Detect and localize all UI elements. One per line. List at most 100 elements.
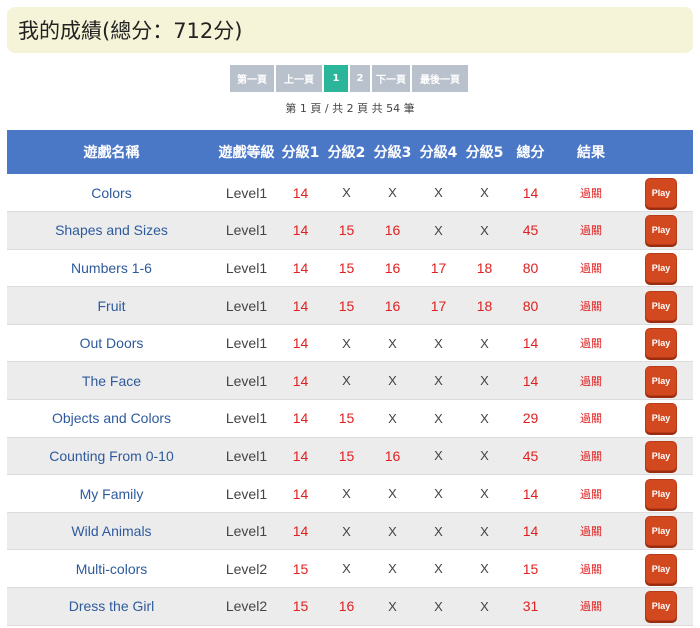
level-cell: Level1 (225, 335, 268, 352)
score-4-cell: X (434, 335, 443, 351)
score-5-cell: X (480, 185, 489, 201)
play-cell: Play (629, 174, 693, 212)
score-1-cell: 14 (292, 184, 309, 201)
total-cell: 15 (522, 560, 539, 577)
score-2-cell: 15 (338, 259, 355, 276)
score-1-cell: 14 (292, 335, 309, 352)
score-2-cell: 15 (338, 410, 355, 427)
header-score-3: 分級3 (373, 145, 412, 161)
score-4-cell: 17 (430, 297, 447, 314)
pager-next-button[interactable]: 下一頁 (372, 65, 410, 92)
game-name-cell: Out Doors (79, 335, 144, 352)
level-cell: Level1 (225, 259, 268, 276)
game-name-cell: Dress the Girl (68, 598, 155, 615)
play-button[interactable]: Play (645, 403, 677, 434)
play-button[interactable]: Play (645, 177, 677, 208)
play-button[interactable]: Play (645, 591, 677, 622)
level-cell: Level2 (225, 560, 268, 577)
pager-page-2-button[interactable]: 2 (350, 65, 370, 92)
result-cell: 過關 (580, 261, 602, 275)
game-name-cell: Multi-colors (75, 560, 148, 577)
play-button[interactable]: Play (645, 440, 677, 471)
scores-table: 遊戲名稱 遊戲等級 分級1 分級2 分級3 分級4 分級5 總分 結果 Colo… (7, 130, 693, 626)
header-level: 遊戲等級 (218, 145, 275, 161)
score-2-cell: X (342, 335, 351, 351)
score-3-cell: 16 (384, 259, 401, 276)
score-5-cell: 18 (476, 297, 493, 314)
table-row: Out Doors Level1 14 X X X X 14 過關 Play (7, 324, 693, 362)
score-3-cell: X (388, 335, 397, 351)
pager-prev-button[interactable]: 上一頁 (276, 65, 322, 92)
play-button[interactable]: Play (645, 215, 677, 246)
game-name-cell: Counting From 0-10 (49, 447, 174, 464)
result-cell: 過關 (580, 337, 602, 351)
pager-page-1-button[interactable]: 1 (324, 65, 348, 92)
total-cell: 14 (522, 523, 539, 540)
score-3-cell: X (388, 185, 397, 201)
score-3-cell: X (388, 486, 397, 502)
score-5-cell: X (480, 222, 489, 238)
score-1-cell: 14 (292, 447, 309, 464)
play-button[interactable]: Play (645, 290, 677, 321)
table-row: Colors Level1 14 X X X X 14 過關 Play (7, 174, 693, 212)
pager-last-button[interactable]: 最後一頁 (412, 65, 468, 92)
table-row: Objects and Colors Level1 14 15 X X X 29 過關 Play (7, 399, 693, 438)
play-cell: Play (629, 437, 693, 475)
header-result: 結果 (577, 145, 605, 161)
game-name-cell: Fruit (97, 297, 126, 314)
table-row: Multi-colors Level2 15 X X X X 15 過關 Play (7, 549, 693, 588)
score-1-cell: 15 (292, 598, 309, 615)
table-row: My Family Level1 14 X X X X 14 過關 Play (7, 474, 693, 513)
page-info: 第 1 頁 / 共 2 頁 共 54 筆 (285, 102, 415, 115)
total-cell: 14 (522, 184, 539, 201)
score-2-cell: X (342, 185, 351, 201)
level-cell: Level2 (225, 598, 268, 615)
play-cell: Play (629, 249, 693, 287)
score-2-cell: X (342, 561, 351, 577)
result-cell: 過關 (580, 412, 602, 426)
level-cell: Level1 (225, 297, 268, 314)
pager-first-button[interactable]: 第一頁 (230, 65, 274, 92)
score-3-cell: X (388, 561, 397, 577)
play-cell: Play (629, 400, 693, 438)
score-3-cell: X (388, 373, 397, 389)
score-1-cell: 14 (292, 372, 309, 389)
score-5-cell: X (480, 448, 489, 464)
pagination: 第一頁 上一頁 1 2 下一頁 最後一頁 (230, 65, 468, 92)
score-4-cell: X (434, 448, 443, 464)
result-cell: 過關 (580, 562, 602, 576)
score-4-cell: X (434, 523, 443, 539)
play-cell: Play (629, 550, 693, 588)
level-cell: Level1 (225, 410, 268, 427)
play-button[interactable]: Play (645, 516, 677, 547)
play-button[interactable]: Play (645, 328, 677, 359)
result-cell: 過關 (580, 525, 602, 539)
score-4-cell: X (434, 598, 443, 614)
score-2-cell: 15 (338, 447, 355, 464)
total-cell: 29 (522, 410, 539, 427)
play-cell: Play (629, 212, 693, 250)
table-row: Dress the Girl Level2 15 16 X X X 31 過關 Play (7, 587, 693, 626)
total-cell: 80 (522, 259, 539, 276)
level-cell: Level1 (225, 372, 268, 389)
table-row: Fruit Level1 14 15 16 17 18 80 過關 Play (7, 286, 693, 325)
play-cell: Play (629, 324, 693, 362)
play-button[interactable]: Play (645, 553, 677, 584)
play-button[interactable]: Play (645, 478, 677, 509)
score-4-cell: X (434, 561, 443, 577)
total-cell: 80 (522, 297, 539, 314)
page-title-text: 我的成績(總分：712分) (18, 19, 243, 43)
play-button[interactable]: Play (645, 365, 677, 396)
level-cell: Level1 (225, 184, 268, 201)
game-name-cell: Objects and Colors (51, 410, 172, 427)
header-score-2: 分級2 (327, 145, 366, 161)
score-2-cell: X (342, 373, 351, 389)
score-1-cell: 15 (292, 560, 309, 577)
header-score-4: 分級4 (419, 145, 458, 161)
play-button[interactable]: Play (645, 252, 677, 283)
score-2-cell: X (342, 486, 351, 502)
table-row: The Face Level1 14 X X X X 14 過關 Play (7, 361, 693, 400)
total-cell: 31 (522, 598, 539, 615)
score-5-cell: X (480, 598, 489, 614)
score-3-cell: 16 (384, 222, 401, 239)
